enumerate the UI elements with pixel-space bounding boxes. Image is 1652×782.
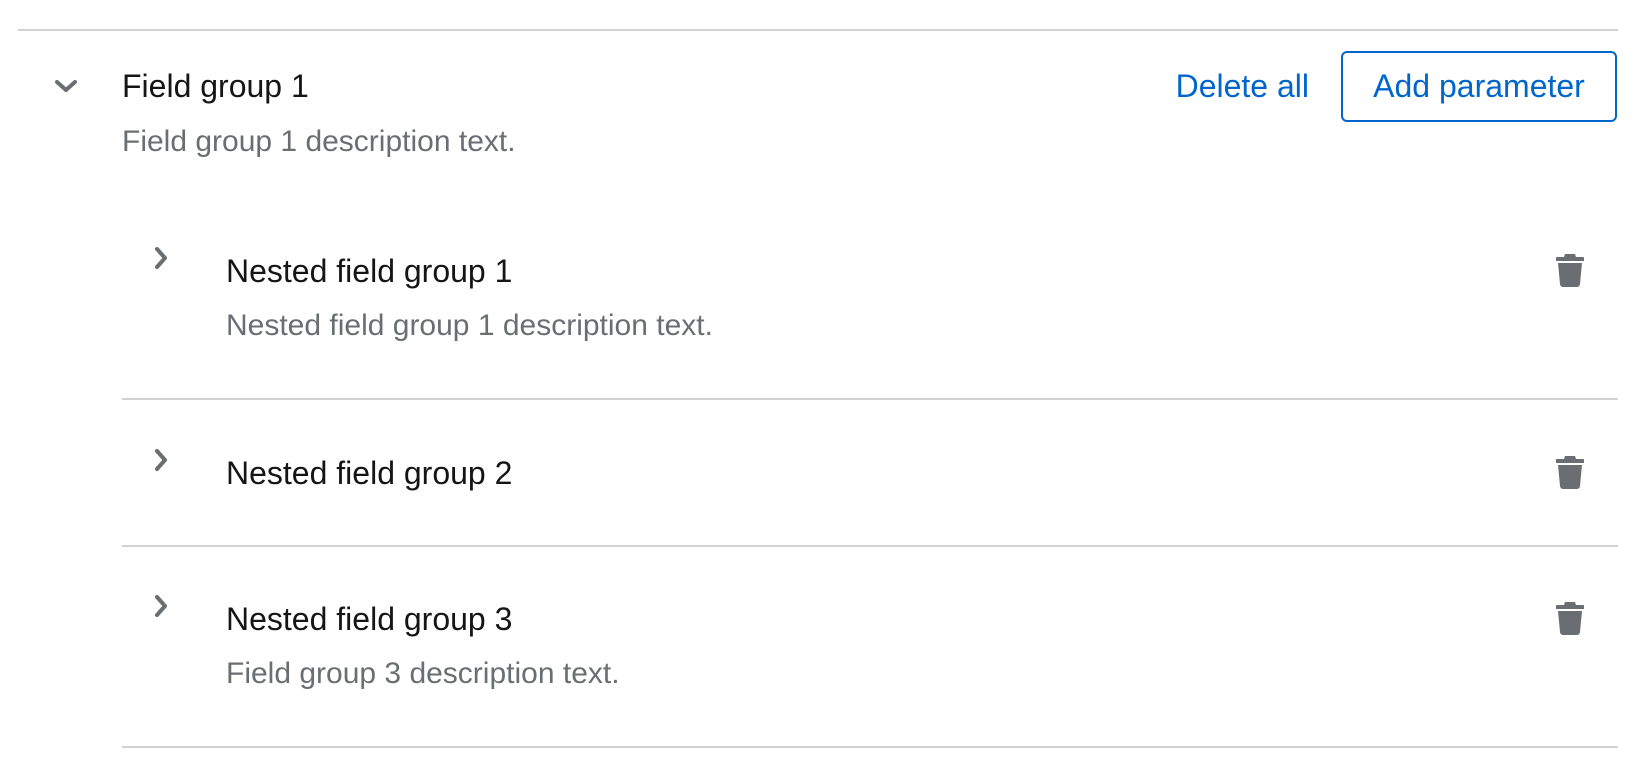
nested-field-group-2-delete-button[interactable] [1550,452,1590,492]
nested-field-group-1-description: Nested field group 1 description text. [226,309,713,342]
nested-field-group-3-description: Field group 3 description text. [226,657,620,690]
nested-field-group-3-title: Nested field group 3 [226,601,513,637]
trash-icon [1556,456,1584,489]
nested-field-group-1-title: Nested field group 1 [226,253,513,289]
trash-icon [1556,254,1584,287]
add-parameter-button[interactable]: Add parameter [1341,51,1617,122]
nested-divider-3 [122,746,1618,748]
nested-divider-1 [122,398,1618,400]
field-group-title: Field group 1 [122,68,309,104]
top-divider [18,29,1618,31]
nested-field-group-2-toggle[interactable] [143,442,179,478]
nested-divider-2 [122,545,1618,547]
chevron-down-icon [55,80,77,92]
delete-all-button[interactable]: Delete all [1176,66,1309,106]
nested-field-group-1-toggle[interactable] [143,240,179,276]
nested-field-group-1-delete-button[interactable] [1550,250,1590,290]
chevron-right-icon [155,247,167,269]
nested-field-group-3-delete-button[interactable] [1550,598,1590,638]
trash-icon [1556,602,1584,635]
chevron-right-icon [155,449,167,471]
field-group-panel: Field group 1 Field group 1 description … [0,0,1652,782]
field-group-toggle[interactable] [48,68,84,104]
nested-field-group-2-title: Nested field group 2 [226,455,513,491]
chevron-right-icon [155,595,167,617]
nested-field-group-3-toggle[interactable] [143,588,179,624]
field-group-description: Field group 1 description text. [122,125,516,158]
